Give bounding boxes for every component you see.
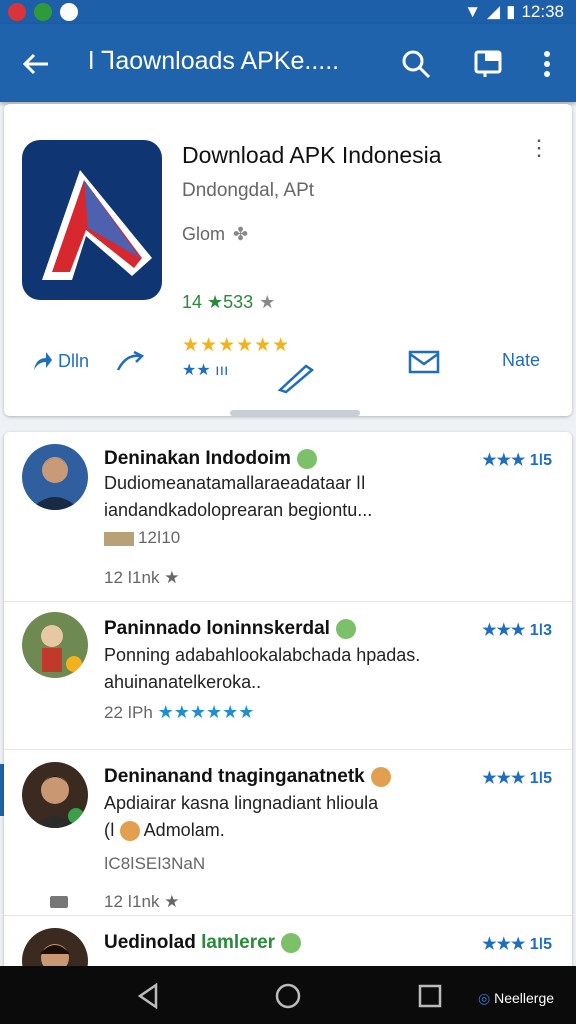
- wifi-icon: ▼: [464, 2, 482, 21]
- star-icon: ★: [164, 892, 180, 911]
- review-date: ǀC8ǀSEǀ3NaN: [104, 854, 206, 873]
- review-date: 12ǀ10: [104, 528, 180, 548]
- rate-action[interactable]: Nate: [502, 350, 540, 371]
- rating-text: 14 ★533: [182, 292, 254, 312]
- signal-icon: ◢: [487, 2, 501, 21]
- message-icon[interactable]: [408, 350, 440, 376]
- developer-name[interactable]: Dndongdal, APt: [182, 180, 314, 202]
- avatar: [22, 762, 88, 828]
- helpful-count: 12 ǀ1nk ★: [104, 568, 180, 587]
- app-bar: ǀ Ꞁaownloads APKe.....: [0, 24, 576, 102]
- notification-icon: [8, 3, 26, 21]
- verified-icon: [335, 618, 356, 639]
- review-text: Dudiomeanatamallaraeadataar ǀǀ: [104, 473, 366, 493]
- reviewer-name: Paninnado loninnskerdal: [104, 618, 356, 640]
- reviews-list: Deninakan Indodoim Dudiomeanatamallaraea…: [4, 432, 572, 972]
- app-bar-title: ǀ Ꞁaownloads APKe.....: [88, 47, 340, 75]
- review-text: Apdiairar kasna lingnadiant hlioula: [104, 793, 379, 813]
- system-nav-bar: ◎ Neellerge: [0, 966, 576, 1024]
- list-item[interactable]: Deninakan Indodoim Dudiomeanatamallaraea…: [4, 432, 572, 602]
- notification-icons: [8, 3, 78, 21]
- pen-icon[interactable]: [276, 360, 316, 394]
- more-icon[interactable]: ⋮: [528, 137, 550, 159]
- notification-icon: [34, 3, 52, 21]
- back-arrow-icon[interactable]: [18, 46, 54, 82]
- category: Glom ✤: [182, 224, 248, 245]
- home-icon[interactable]: [272, 980, 304, 1012]
- review-text: ahuinanatelkeroka..: [104, 672, 262, 692]
- trend-icon[interactable]: [116, 350, 146, 372]
- rate-action-label: Nate: [502, 350, 541, 370]
- app-name: Download APK Indonesia: [182, 142, 442, 168]
- flag-icon: [104, 531, 134, 546]
- clock: 12:38: [521, 2, 564, 21]
- battery-icon: ▮: [506, 2, 516, 21]
- search-icon[interactable]: [398, 46, 434, 82]
- status-bar: ▼ ◢ ▮ 12:38: [0, 0, 576, 24]
- helpful-count: 22 ǀPh ★★★★★★: [104, 702, 255, 722]
- review-text: Ponning adabahlookalabchada hpadas.: [104, 645, 421, 665]
- avatar: [22, 612, 88, 678]
- app-detail-card: Download APK Indonesia ⋮ Dndongdal, APt …: [4, 104, 572, 416]
- review-stars: ★★★ 1ǀ5: [482, 936, 552, 953]
- review-text: (ǀ Admolam.: [104, 820, 225, 842]
- list-item[interactable]: Deninanand tnaginganatnetk Apdiairar kas…: [4, 750, 572, 916]
- install-action[interactable]: Dlln: [32, 350, 89, 372]
- app-logo: [22, 140, 162, 300]
- recents-icon[interactable]: [414, 980, 446, 1012]
- notification-icon: [60, 3, 78, 21]
- review-stars: ★★★ 1ǀ5: [482, 452, 552, 469]
- category-label: Glom: [182, 224, 226, 244]
- nav-label-icon: ◎: [478, 990, 491, 1006]
- avatar-badge-icon: [119, 821, 140, 842]
- rating-stars: ★★★★★★: [157, 702, 255, 722]
- overflow-menu-icon[interactable]: [532, 46, 562, 82]
- drag-handle[interactable]: [230, 410, 360, 416]
- rating-stars-small: ★★ ııı: [182, 362, 229, 379]
- verified-icon: [296, 448, 317, 469]
- helpful-count: 12 ǀ1nk ★: [104, 892, 180, 911]
- list-item[interactable]: Paninnado loninnskerdal Ponning adabahlo…: [4, 602, 572, 750]
- nav-label: ◎ Neellerge: [478, 990, 555, 1006]
- reviewer-name: Deninanand tnaginganatnetk: [104, 766, 391, 788]
- rating-stars: ★★★★★★: [182, 335, 291, 356]
- share-icon: [34, 352, 52, 370]
- reviewer-name: Deninakan Indodoim: [104, 448, 317, 470]
- rating-summary: 14 ★533 ★: [182, 292, 275, 313]
- tag-icon: [50, 896, 68, 908]
- list-item[interactable]: Uedinolad lamlerer ★★★ 1ǀ5: [4, 916, 572, 972]
- back-icon[interactable]: [132, 980, 164, 1012]
- reviewer-name: Uedinolad lamlerer: [104, 932, 302, 954]
- window-icon[interactable]: [470, 46, 506, 82]
- review-text: iandandkadoloprearan begiontu...: [104, 500, 373, 520]
- install-action-label: Dlln: [58, 350, 90, 371]
- category-icon: ✤: [233, 224, 249, 244]
- verified-icon: [281, 932, 302, 953]
- review-stars: ★★★ 1ǀ3: [482, 622, 552, 639]
- avatar: [22, 444, 88, 510]
- star-icon: ★: [164, 568, 180, 587]
- avatar-badge-icon: [370, 766, 391, 787]
- star-icon: ★: [259, 292, 276, 312]
- review-stars: ★★★ 1ǀ5: [482, 770, 552, 787]
